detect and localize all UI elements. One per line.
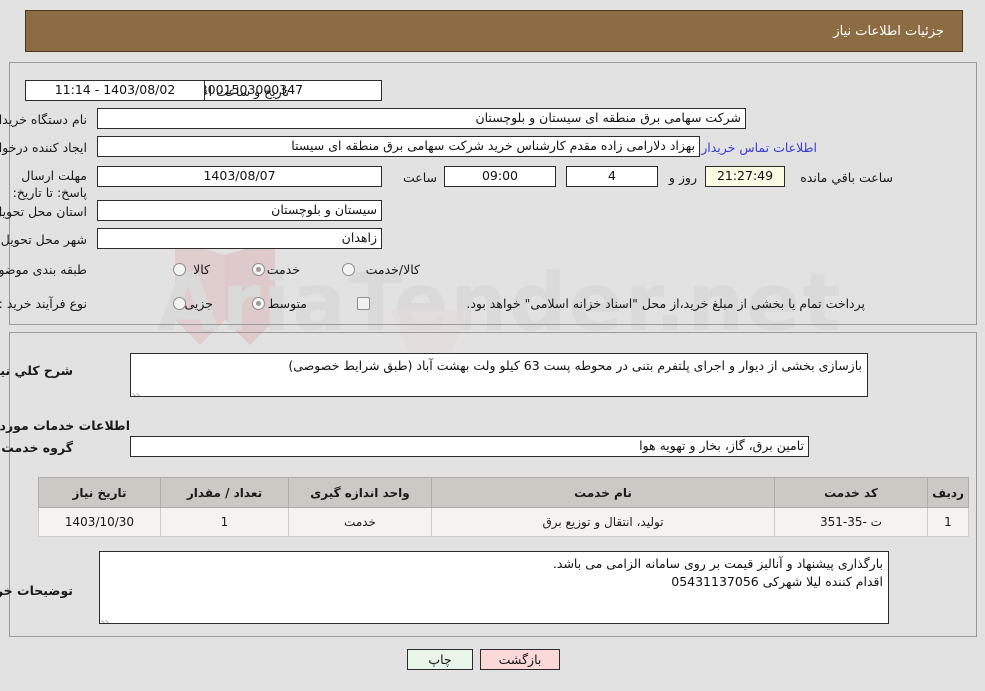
purchase-type-label: نوع فرآیند خرید :: [0, 296, 87, 311]
radio-label-khedmat: خدمت: [266, 262, 300, 277]
service-group-value: تامین برق، گاز، بخار و تهویه هوا: [130, 436, 809, 457]
deadline-date-value: 1403/08/07: [97, 166, 382, 187]
radio-category-kala[interactable]: [173, 263, 186, 276]
buyer-contact-link[interactable]: اطلاعات تماس خریدار: [701, 140, 817, 155]
deadline-label: مهلت ارسال پاسخ: تا تاریخ:: [12, 168, 87, 200]
province-label: استان محل تحویل:: [0, 204, 87, 219]
buyer-notes-label: توضیحات خریدار:: [0, 583, 73, 598]
checkbox-treasury-docs-label: پرداخت تمام یا بخشی از مبلغ خرید،از محل …: [466, 296, 865, 311]
td-code: ت -35-351: [774, 507, 928, 537]
city-value: زاهدان: [97, 228, 382, 249]
buyer-org-value: شرکت سهامی برق منطقه ای سیستان و بلوچستا…: [97, 108, 746, 129]
radio-purchase-motevaset[interactable]: [252, 297, 265, 310]
services-table: ردیف کد خدمت نام خدمت واحد اندازه گیری ت…: [38, 477, 969, 537]
general-desc-textarea[interactable]: بازسازی بخشی از دیوار و اجرای پلتفرم بتن…: [130, 353, 868, 397]
th-unit: واحد اندازه گیری: [288, 477, 432, 508]
buyer-notes-textarea[interactable]: بارگذاری پیشنهاد و آنالیز قیمت بر روی سا…: [99, 551, 889, 624]
checkbox-treasury-docs[interactable]: [357, 297, 370, 310]
page-title: جزئیات اطلاعات نیاز: [833, 23, 944, 39]
radio-label-kala: کالا: [193, 262, 210, 277]
td-unit: خدمت: [288, 507, 432, 537]
province-value: سیستان و بلوچستان: [97, 200, 382, 221]
deadline-time-value: 09:00: [444, 166, 556, 187]
top-info-panel: [9, 62, 977, 325]
radio-purchase-jozyi[interactable]: [173, 297, 186, 310]
td-date: 1403/10/30: [38, 507, 161, 537]
city-label: شهر محل تحویل:: [0, 232, 87, 247]
radio-label-jozyi: جزیی: [184, 296, 213, 311]
buyer-org-label: نام دستگاه خریدار:: [0, 112, 87, 127]
th-row: ردیف: [927, 477, 969, 508]
deadline-days-value: 4: [566, 166, 658, 187]
td-qty: 1: [160, 507, 289, 537]
general-desc-label: شرح کلي نیاز:: [0, 363, 73, 378]
request-creator-label: ایجاد کننده درخواست:: [0, 140, 87, 155]
deadline-days-label: روز و: [668, 170, 697, 185]
services-info-title: اطلاعات خدمات مورد نیاز: [0, 418, 130, 433]
th-code: کد خدمت: [774, 477, 928, 508]
buyer-notes-line-1: بارگذاری پیشنهاد و آنالیز قیمت بر روی سا…: [552, 556, 883, 571]
print-button[interactable]: چاپ: [407, 649, 473, 670]
deadline-time-label: ساعت: [402, 170, 437, 185]
radio-label-kala-khedmat: کالا/خدمت: [365, 262, 420, 277]
buyer-notes-line-2: اقدام کننده لیلا شهرکی 05431137056: [671, 574, 883, 590]
table-row[interactable]: 1 ت -35-351 تولید، انتقال و توزیع برق خد…: [38, 507, 969, 537]
td-row: 1: [927, 507, 969, 537]
radio-label-motevaset: متوسط: [267, 296, 307, 311]
th-name: نام خدمت: [431, 477, 775, 508]
page-header-bar: جزئیات اطلاعات نیاز: [25, 10, 963, 52]
radio-category-khedmat[interactable]: [252, 263, 265, 276]
table-header-row: ردیف کد خدمت نام خدمت واحد اندازه گیری ت…: [38, 477, 969, 508]
deadline-countdown-label: ساعت باقي مانده: [800, 170, 893, 185]
service-group-label: گروه خدمت:: [0, 440, 73, 455]
category-label: طبقه بندی موضوعی:: [0, 262, 87, 277]
radio-category-kala-khedmat[interactable]: [342, 263, 355, 276]
resize-grip-icon[interactable]: [101, 611, 113, 623]
back-button[interactable]: بازگشت: [480, 649, 560, 670]
page-root: AriaTender.net جزئیات اطلاعات نیاز شماره…: [0, 0, 985, 691]
td-name: تولید، انتقال و توزیع برق: [431, 507, 775, 537]
th-date: تاریخ نیاز: [38, 477, 161, 508]
request-creator-value: بهزاد دلارامی زاده مقدم کارشناس خرید شرک…: [97, 136, 700, 157]
general-desc-value: بازسازی بخشی از دیوار و اجرای پلتفرم بتن…: [288, 358, 862, 373]
deadline-countdown-value: 21:27:49: [705, 166, 785, 187]
th-qty: تعداد / مقدار: [160, 477, 289, 508]
resize-grip-icon[interactable]: [132, 384, 144, 396]
public-announce-value: 1403/08/02 - 11:14: [25, 80, 205, 101]
